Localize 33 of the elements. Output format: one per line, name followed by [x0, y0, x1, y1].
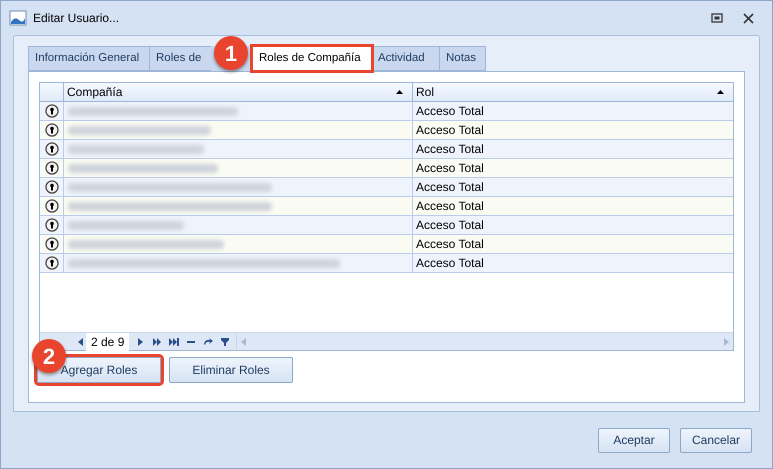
restore-icon[interactable]: [711, 13, 723, 23]
table-cell-text: Acceso Total: [415, 217, 485, 234]
table-cell-text: Acceso Total: [415, 122, 485, 139]
redo-icon[interactable]: [203, 336, 214, 346]
last-icon[interactable]: [169, 336, 180, 346]
table-cell-text: Acceso Total: [415, 236, 485, 253]
window-title: Editar Usuario...: [33, 10, 120, 27]
filter-icon[interactable]: [220, 336, 230, 346]
column-header[interactable]: Rol: [413, 83, 733, 101]
table-cell-text: Acceso Total: [415, 255, 485, 272]
table-cell-text: Acceso Total: [415, 198, 485, 215]
next-page-icon[interactable]: [152, 336, 162, 346]
app-icon: [9, 10, 27, 26]
dialog-button[interactable]: Cancelar: [680, 428, 752, 452]
action-button[interactable]: Eliminar Roles: [169, 357, 293, 383]
table-cell-text: Acceso Total: [415, 160, 485, 177]
previous-icon[interactable]: [76, 336, 86, 346]
close-icon[interactable]: [743, 12, 754, 24]
table-cell-text: Acceso Total: [415, 141, 485, 158]
page-indicator: 2 de 9: [86, 332, 130, 350]
sort-icon: [396, 90, 403, 94]
callout-marker: 1: [214, 36, 248, 70]
sort-icon: [717, 90, 724, 94]
table-cell-text: Acceso Total: [415, 179, 485, 196]
table-cell-text: Acceso Total: [415, 103, 485, 120]
column-header[interactable]: Compañía: [64, 83, 413, 101]
tab[interactable]: Información General: [28, 46, 150, 71]
tab[interactable]: Roles de Compañía: [252, 46, 372, 71]
tab[interactable]: Notas: [439, 46, 486, 71]
tab[interactable]: Actividad: [371, 46, 440, 71]
tab[interactable]: Roles de: [149, 46, 212, 71]
next-icon[interactable]: [135, 336, 146, 346]
dialog-button[interactable]: Aceptar: [598, 428, 670, 452]
